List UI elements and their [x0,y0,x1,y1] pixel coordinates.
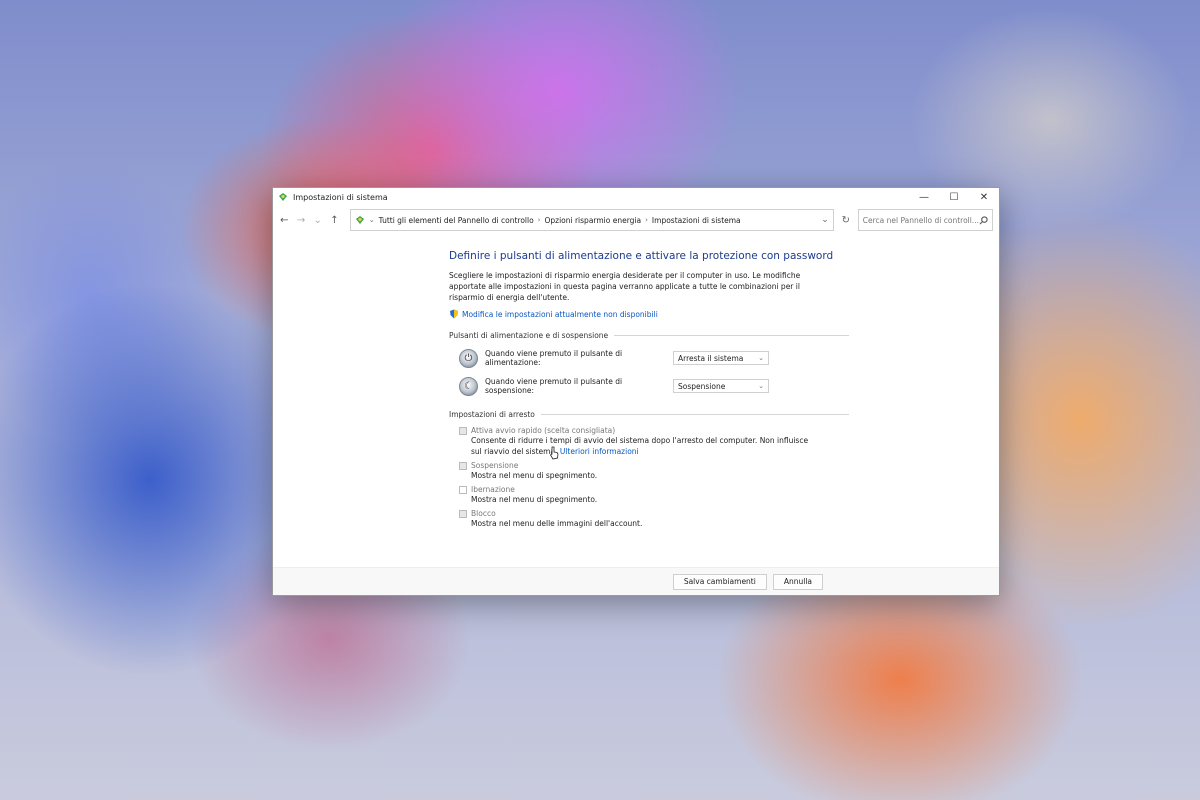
sleep-label: Sospensione [471,461,519,470]
save-changes-button[interactable]: Salva cambiamenti [672,573,767,590]
sleep-option: Sospensione Mostra nel menu di spegnimen… [449,461,849,481]
lock-description: Mostra nel menu delle immagini dell'acco… [471,519,643,528]
power-button-icon: ⏻ [459,348,478,368]
power-button-label: Quando viene premuto il pulsante di alim… [485,349,623,367]
back-arrow-icon[interactable]: ← [279,212,290,228]
hibernate-option: Ibernazione Mostra nel menu di spegnimen… [449,485,849,505]
maximize-button[interactable]: ☐ [939,188,969,206]
more-info-link[interactable]: Ulteriori informazioni [560,447,639,456]
refresh-icon[interactable]: ↻ [840,211,852,229]
sleep-button-select[interactable]: Sospensione ⌄ [673,379,769,393]
lock-option: Blocco Mostra nel menu delle immagini de… [449,509,849,529]
navigation-bar: ← → ⌄ ↑ ⌄ Tutti gli elementi del Pannell… [273,206,999,234]
breadcrumb-item[interactable]: Opzioni risparmio energia [544,216,641,225]
chevron-down-icon: ⌄ [758,382,764,390]
sleep-button-label: Quando viene premuto il pulsante di sosp… [485,377,623,395]
search-placeholder: Cerca nel Pannello di controll... [862,215,979,225]
power-button-select[interactable]: Arresta il sistema ⌄ [673,351,769,365]
sleep-button-setting: ☾ Quando viene premuto il pulsante di so… [449,376,849,396]
power-button-setting: ⏻ Quando viene premuto il pulsante di al… [449,348,849,368]
admin-shield-icon [450,309,458,319]
control-panel-icon [355,216,364,224]
fast-startup-option: Attiva avvio rapido (scelta consigliata)… [449,426,849,457]
section-title: Pulsanti di alimentazione e di sospensio… [449,331,609,340]
title-bar[interactable]: Impostazioni di sistema — ☐ ✕ [273,188,999,206]
power-button-value: Arresta il sistema [678,353,744,363]
chevron-down-icon[interactable]: ⌄ [369,216,375,224]
address-bar[interactable]: ⌄ Tutti gli elementi del Pannello di con… [349,209,834,231]
sleep-button-icon: ☾ [459,376,478,396]
lock-checkbox[interactable] [459,509,467,518]
minimize-button[interactable]: — [909,188,939,206]
recent-locations-icon[interactable]: ⌄ [312,212,323,228]
address-dropdown-icon[interactable]: ⌄ [821,215,829,225]
fast-startup-label: Attiva avvio rapido (scelta consigliata) [471,426,616,435]
main-content: Definire i pulsanti di alimentazione e a… [449,250,849,529]
control-panel-icon [279,193,287,201]
footer-bar: Salva cambiamenti Annulla [273,567,999,595]
cancel-button[interactable]: Annulla [772,573,823,590]
hibernate-description: Mostra nel menu di spegnimento. [471,495,598,504]
page-title: Definire i pulsanti di alimentazione e a… [449,250,834,262]
breadcrumb-item[interactable]: Impostazioni di sistema [652,216,741,225]
hibernate-checkbox[interactable] [459,485,467,494]
fast-startup-description-text: Consente di ridurre i tempi di avvio del… [471,436,809,456]
chevron-down-icon: ⌄ [758,354,764,362]
chevron-right-icon[interactable]: › [645,216,648,224]
shutdown-section-header: Impostazioni di arresto [449,410,849,419]
sleep-description: Mostra nel menu di spegnimento. [471,471,598,480]
sleep-checkbox[interactable] [459,461,467,470]
hand-cursor-icon [549,446,559,460]
sleep-button-value: Sospensione [678,381,726,391]
section-title: Impostazioni di arresto [449,410,535,419]
system-settings-window: Impostazioni di sistema — ☐ ✕ ← → ⌄ ↑ ⌄ … [272,187,1000,596]
window-title: Impostazioni di sistema [293,192,388,202]
breadcrumb-item[interactable]: Tutti gli elementi del Pannello di contr… [379,216,534,225]
power-buttons-section-header: Pulsanti di alimentazione e di sospensio… [449,331,849,340]
forward-arrow-icon[interactable]: → [296,212,307,228]
change-unavailable-settings-link[interactable]: Modifica le impostazioni attualmente non… [449,309,849,319]
up-arrow-icon[interactable]: ↑ [329,212,340,228]
lock-label: Blocco [471,509,496,518]
chevron-right-icon[interactable]: › [538,216,541,224]
fast-startup-checkbox[interactable] [459,426,467,435]
admin-link-text[interactable]: Modifica le impostazioni attualmente non… [462,310,658,319]
section-divider [540,414,849,415]
close-button[interactable]: ✕ [969,188,999,206]
hibernate-label: Ibernazione [471,485,515,494]
search-input[interactable]: Cerca nel Pannello di controll... [857,209,993,231]
section-divider [614,335,849,336]
page-description: Scegliere le impostazioni di risparmio e… [449,271,801,302]
fast-startup-description: Consente di ridurre i tempi di avvio del… [459,435,815,457]
search-icon[interactable] [979,215,988,225]
